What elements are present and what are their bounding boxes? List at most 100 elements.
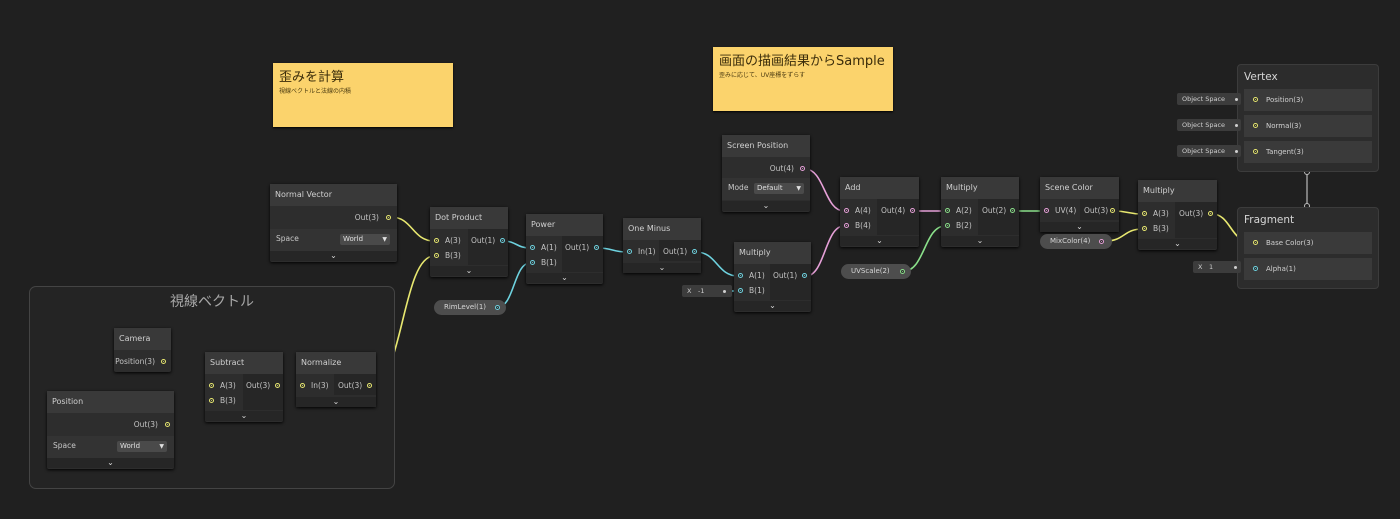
out-port[interactable] — [161, 359, 166, 364]
dropdown-arrow-icon: ▼ — [382, 236, 387, 243]
collapse-chevron-icon[interactable]: ⌄ — [941, 236, 1019, 246]
dot-product-node[interactable]: Dot Product A(3) B(3) Out(1) ⌄ — [430, 207, 508, 277]
alpha-inline-value[interactable]: X 1 — [1193, 261, 1241, 273]
in-port-a[interactable] — [530, 245, 535, 250]
multiply-b-inline-value[interactable]: X -1 — [682, 285, 732, 297]
collapse-chevron-icon[interactable]: ⌄ — [430, 266, 508, 276]
out-port[interactable] — [910, 208, 915, 213]
in-port-a[interactable] — [738, 273, 743, 278]
position-node[interactable]: Position Out(3) Space World ▼ ⌄ — [47, 391, 174, 469]
in-port-b[interactable] — [844, 223, 849, 228]
collapse-chevron-icon[interactable]: ⌄ — [205, 411, 283, 421]
out-port-label: Out(3) — [1084, 206, 1109, 215]
out-port[interactable] — [165, 422, 170, 427]
in-port-a[interactable] — [209, 383, 214, 388]
collapse-chevron-icon[interactable]: ⌄ — [722, 201, 810, 211]
collapse-chevron-icon[interactable]: ⌄ — [734, 301, 811, 311]
value-field[interactable]: 1 — [1209, 261, 1213, 273]
multiply-node-3[interactable]: Multiply A(3) B(3) Out(3) ⌄ — [1138, 180, 1217, 250]
collapse-chevron-icon[interactable]: ⌄ — [623, 263, 701, 273]
out-port-label: Out(2) — [982, 206, 1007, 215]
in-port-a[interactable] — [434, 238, 439, 243]
out-port[interactable] — [495, 305, 500, 310]
sticky-note-sample[interactable]: 画面の描画結果からSample 歪みに応じて、UV座標をずらす — [713, 47, 893, 111]
out-port[interactable] — [367, 383, 372, 388]
one-minus-node[interactable]: One Minus In(1) Out(1) ⌄ — [623, 218, 701, 273]
in-port[interactable] — [1253, 240, 1258, 245]
in-port-b[interactable] — [434, 253, 439, 258]
mix-color-property[interactable]: MixColor(4) — [1040, 234, 1112, 249]
space-dropdown[interactable]: World ▼ — [340, 234, 390, 245]
node-title: Multiply — [941, 177, 1019, 199]
multiply-node-1[interactable]: Multiply A(1) B(1) Out(1) ⌄ — [734, 242, 811, 312]
out-port[interactable] — [1110, 208, 1115, 213]
in-port-a[interactable] — [945, 208, 950, 213]
normal-vector-node[interactable]: Normal Vector Out(3) Space World ▼ ⌄ — [270, 184, 397, 262]
value-field[interactable]: -1 — [698, 285, 704, 297]
in-port[interactable] — [1253, 266, 1258, 271]
in-port[interactable] — [1253, 97, 1258, 102]
fragment-base-color-block[interactable]: Base Color(3) — [1244, 232, 1372, 254]
out-port[interactable] — [692, 249, 697, 254]
in-port[interactable] — [300, 383, 305, 388]
sticky-note-subtitle: 視線ベクトルと法線の内積 — [279, 88, 352, 95]
collapse-chevron-icon[interactable]: ⌄ — [1040, 222, 1119, 232]
out-port[interactable] — [594, 245, 599, 250]
object-space-input-position[interactable]: Object Space — [1177, 93, 1241, 105]
out-port[interactable] — [1208, 211, 1213, 216]
collapse-chevron-icon[interactable]: ⌄ — [47, 458, 174, 468]
collapse-chevron-icon[interactable]: ⌄ — [270, 251, 397, 261]
screen-position-node[interactable]: Screen Position Out(4) Mode Default ▼ ⌄ — [722, 135, 810, 212]
fragment-stack[interactable]: Fragment Base Color(3) Alpha(1) — [1237, 207, 1379, 289]
multiply-node-2[interactable]: Multiply A(2) B(2) Out(2) ⌄ — [941, 177, 1019, 247]
power-node[interactable]: Power A(1) B(1) Out(1) ⌄ — [526, 214, 603, 284]
wire-screenpos-add[interactable] — [804, 168, 845, 212]
camera-node[interactable]: Camera Position(3) — [114, 328, 171, 372]
in-port-b[interactable] — [1142, 226, 1147, 231]
subtract-node[interactable]: Subtract A(3) B(3) Out(3) ⌄ — [205, 352, 283, 422]
normalize-node[interactable]: Normalize In(3) Out(3) ⌄ — [296, 352, 376, 407]
mode-dropdown[interactable]: Default ▼ — [754, 183, 804, 194]
collapse-chevron-icon[interactable]: ⌄ — [526, 273, 603, 283]
out-port-label: Out(3) — [1179, 209, 1204, 218]
object-space-input-tangent[interactable]: Object Space — [1177, 145, 1241, 157]
space-dropdown[interactable]: World ▼ — [117, 441, 167, 452]
in-port[interactable] — [627, 249, 632, 254]
out-port[interactable] — [500, 238, 505, 243]
out-port[interactable] — [1010, 208, 1015, 213]
vertex-stack[interactable]: Vertex Position(3) Normal(3) Tangent(3) — [1237, 64, 1379, 172]
object-space-input-normal[interactable]: Object Space — [1177, 119, 1241, 131]
vertex-tangent-block[interactable]: Tangent(3) — [1244, 141, 1372, 163]
in-port-b[interactable] — [945, 223, 950, 228]
out-port[interactable] — [800, 166, 805, 171]
property-label: UVScale(2) — [851, 267, 890, 275]
vertex-normal-block[interactable]: Normal(3) — [1244, 115, 1372, 137]
wire-oneminus-multiply1[interactable] — [695, 251, 739, 277]
collapse-chevron-icon[interactable]: ⌄ — [296, 397, 376, 407]
in-port-a[interactable] — [1142, 211, 1147, 216]
in-port[interactable] — [1044, 208, 1049, 213]
in-port-a[interactable] — [844, 208, 849, 213]
in-port-b[interactable] — [530, 260, 535, 265]
collapse-chevron-icon[interactable]: ⌄ — [840, 236, 919, 246]
out-port[interactable] — [275, 383, 280, 388]
out-port[interactable] — [1099, 239, 1104, 244]
wire-multiply1-add[interactable] — [805, 225, 845, 277]
add-node[interactable]: Add A(4) B(4) Out(4) ⌄ — [840, 177, 919, 247]
uv-scale-property[interactable]: UVScale(2) — [841, 264, 911, 279]
wire-normalvector-dotproduct[interactable] — [390, 216, 435, 242]
in-port[interactable] — [1253, 123, 1258, 128]
vertex-position-block[interactable]: Position(3) — [1244, 89, 1372, 111]
in-port-b-label: B(3) — [1153, 224, 1169, 233]
fragment-alpha-block[interactable]: Alpha(1) — [1244, 258, 1372, 280]
scene-color-node[interactable]: Scene Color UV(4) Out(3) ⌄ — [1040, 177, 1119, 232]
in-port[interactable] — [1253, 149, 1258, 154]
collapse-chevron-icon[interactable]: ⌄ — [1138, 239, 1217, 249]
out-port[interactable] — [386, 215, 391, 220]
out-port[interactable] — [900, 269, 905, 274]
rim-level-property[interactable]: RimLevel(1) — [434, 300, 506, 315]
in-port-b[interactable] — [738, 288, 743, 293]
out-port[interactable] — [802, 273, 807, 278]
in-port-b[interactable] — [209, 398, 214, 403]
sticky-note-distortion[interactable]: 歪みを計算 視線ベクトルと法線の内積 — [273, 63, 453, 127]
